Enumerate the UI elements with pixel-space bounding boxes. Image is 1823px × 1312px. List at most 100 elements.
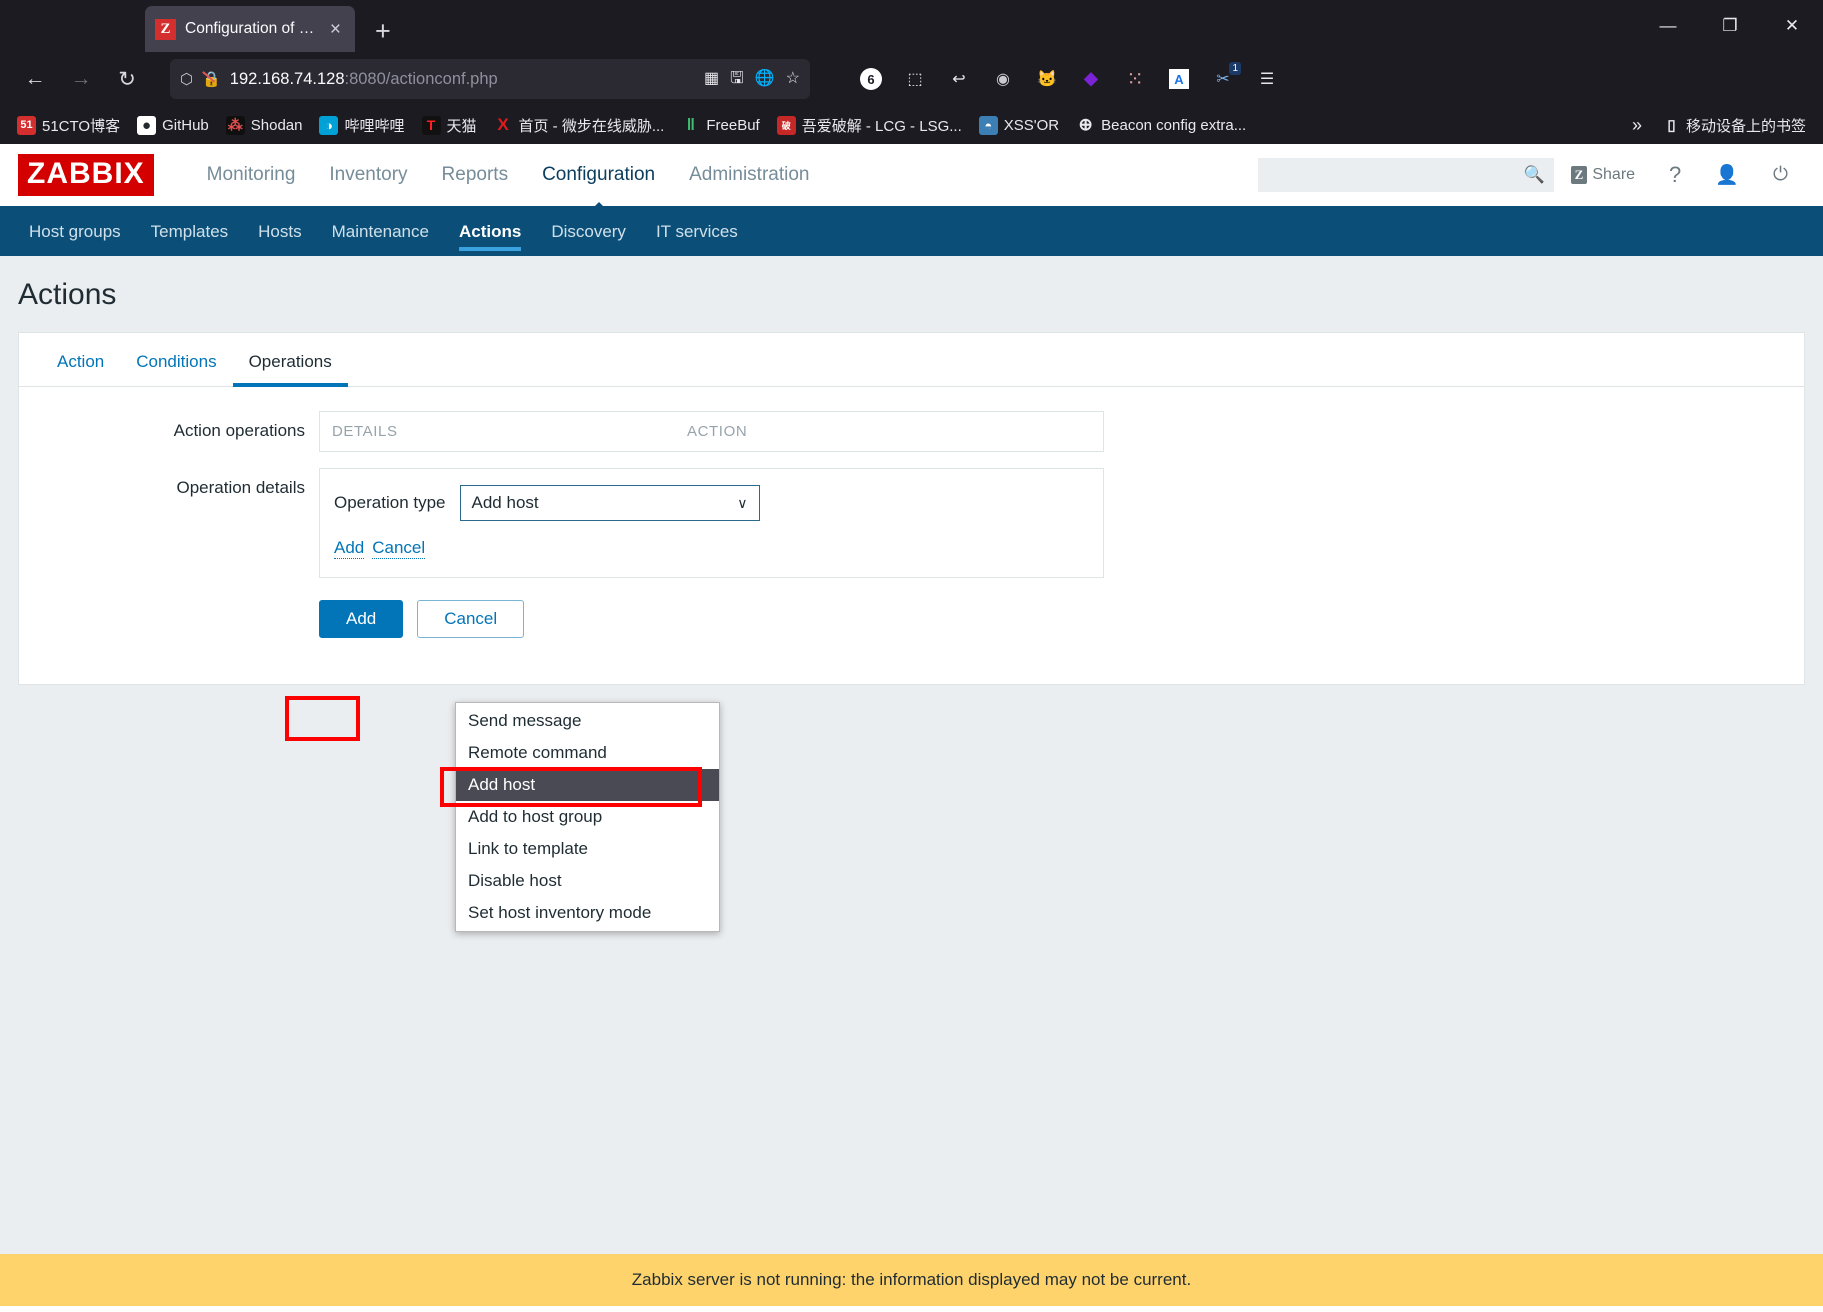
- help-button[interactable]: ?: [1652, 162, 1698, 188]
- column-header-action: ACTION: [687, 423, 748, 440]
- bookmark-item[interactable]: ◓ XSS'OR: [972, 113, 1066, 138]
- bookmark-item[interactable]: T 天猫: [415, 112, 484, 139]
- shield-icon[interactable]: ⬡: [180, 70, 193, 88]
- bookmark-item[interactable]: ⊕ Beacon config extra...: [1069, 113, 1253, 138]
- form-buttons: Add Cancel: [319, 600, 1804, 638]
- extension-toolbar: 6 ⬚ ↩ ◉ 🐱 ⬥ ⁙ A ✂ 1 ☰: [852, 60, 1286, 98]
- 52pojie-icon: 破: [776, 115, 796, 135]
- dropdown-option-set-host-inventory-mode[interactable]: Set host inventory mode: [456, 897, 719, 929]
- save-to-device-icon[interactable]: 🖫: [730, 71, 744, 87]
- search-icon[interactable]: 🔍: [1524, 165, 1545, 185]
- new-tab-button[interactable]: +: [375, 18, 391, 45]
- chevron-down-icon: ∨: [737, 494, 748, 511]
- cat-extension-icon[interactable]: 🐱: [1028, 60, 1066, 98]
- translate-icon[interactable]: 🌐: [755, 71, 775, 87]
- user-icon[interactable]: 👤: [1698, 163, 1756, 187]
- address-bar[interactable]: ⬡ 🔒 192.168.74.128:8080/actionconf.php ▦…: [170, 59, 810, 99]
- action-operations-label: Action operations: [173, 421, 305, 440]
- zabbix-page: ZABBIX Monitoring Inventory Reports Conf…: [0, 144, 1823, 1306]
- share-button[interactable]: Z Share: [1554, 166, 1652, 184]
- bookmark-star-icon[interactable]: ☆: [786, 71, 800, 87]
- dropdown-option-disable-host[interactable]: Disable host: [456, 865, 719, 897]
- bookmark-item[interactable]: X 首页 - 微步在线威胁...: [487, 112, 672, 139]
- lock-broken-icon[interactable]: 🔒: [202, 70, 221, 88]
- bookmark-label: FreeBuf: [706, 116, 760, 134]
- subnav-item-actions[interactable]: Actions: [444, 208, 536, 254]
- bookmark-item[interactable]: 破吾爱破解 - LCG - LSG...: [770, 112, 969, 139]
- dropdown-option-add-to-host-group[interactable]: Add to host group: [456, 801, 719, 833]
- tab-operations[interactable]: Operations: [232, 338, 348, 387]
- close-icon[interactable]: ×: [326, 20, 345, 39]
- page-body: Actions Action Conditions Operations Act…: [0, 256, 1823, 1256]
- subnav-item-maintenance[interactable]: Maintenance: [317, 208, 444, 254]
- bookmark-item[interactable]: ◑ 哔哩哔哩: [312, 112, 411, 139]
- subnav-item-templates[interactable]: Templates: [136, 208, 243, 254]
- circle-record-icon[interactable]: ◉: [984, 60, 1022, 98]
- mobile-bookmarks-item[interactable]: ▯ 移动设备上的书签: [1655, 112, 1813, 139]
- inline-cancel-link[interactable]: Cancel: [372, 538, 426, 559]
- nav-item-inventory[interactable]: Inventory: [312, 156, 424, 194]
- subnav-item-host-groups[interactable]: Host groups: [14, 208, 136, 254]
- app-menu-icon[interactable]: ☰: [1248, 60, 1286, 98]
- nav-item-monitoring[interactable]: Monitoring: [190, 156, 313, 194]
- dropdown-option-send-message[interactable]: Send message: [456, 705, 719, 737]
- help-label: ?: [1669, 162, 1682, 187]
- operation-type-dropdown[interactable]: Send message Remote command Add host Add…: [455, 702, 720, 932]
- reload-icon[interactable]: ↻: [106, 58, 148, 100]
- minimize-icon[interactable]: —: [1637, 0, 1699, 52]
- tab-action[interactable]: Action: [41, 338, 120, 386]
- undo-arrow-icon[interactable]: ↩: [940, 60, 978, 98]
- search-box[interactable]: 🔍: [1257, 158, 1554, 192]
- server-status-message: Zabbix server is not running: the inform…: [0, 1254, 1823, 1306]
- scissors-extension-icon[interactable]: ✂ 1: [1204, 60, 1242, 98]
- url-path: :8080/actionconf.php: [344, 69, 498, 88]
- search-input[interactable]: [1266, 166, 1524, 184]
- qr-code-icon[interactable]: ▦: [704, 71, 719, 87]
- operation-details-label: Operation details: [176, 478, 305, 497]
- bookmark-item[interactable]: 51 51CTO博客: [10, 112, 127, 139]
- back-icon[interactable]: ←: [14, 58, 56, 100]
- operation-details-panel: Operation type Add host ∨ Add Cancel: [319, 468, 1104, 578]
- bookmarks-overflow-icon[interactable]: »: [1622, 115, 1652, 136]
- dropdown-option-add-host[interactable]: Add host: [456, 769, 719, 801]
- form-tabs: Action Conditions Operations: [19, 333, 1804, 387]
- 51cto-icon: 51: [17, 115, 36, 135]
- window-close-icon[interactable]: ✕: [1761, 0, 1823, 52]
- nav-item-administration[interactable]: Administration: [672, 156, 826, 194]
- purple-cube-icon[interactable]: ⬥: [1072, 60, 1110, 98]
- bookmark-item[interactable]: ● GitHub: [130, 113, 216, 138]
- crop-icon[interactable]: ⬚: [896, 60, 934, 98]
- tab-conditions[interactable]: Conditions: [120, 338, 232, 386]
- translate-glyph: A: [1169, 69, 1189, 89]
- bookmark-label: 哔哩哔哩: [344, 117, 405, 135]
- bookmark-item[interactable]: ‖ FreeBuf: [674, 113, 766, 138]
- subnav-item-hosts[interactable]: Hosts: [243, 208, 316, 254]
- nav-item-configuration[interactable]: Configuration: [525, 156, 672, 194]
- subnav-item-discovery[interactable]: Discovery: [536, 208, 641, 254]
- counter-badge-icon[interactable]: 6: [852, 60, 890, 98]
- maximize-icon[interactable]: ❐: [1699, 0, 1761, 52]
- dropdown-option-remote-command[interactable]: Remote command: [456, 737, 719, 769]
- forward-icon[interactable]: →: [60, 58, 102, 100]
- power-icon[interactable]: ⏻: [1756, 164, 1805, 186]
- share-label: Share: [1592, 166, 1636, 183]
- inline-add-link[interactable]: Add: [334, 538, 365, 559]
- operation-type-label: Operation type: [334, 493, 446, 512]
- blur-dots-icon[interactable]: ⁙: [1116, 60, 1154, 98]
- browser-tab[interactable]: Z Configuration of actions ×: [145, 6, 355, 52]
- url-text: 192.168.74.128:8080/actionconf.php: [230, 70, 498, 89]
- zabbix-logo[interactable]: ZABBIX: [18, 154, 154, 196]
- tab-strip: Z Configuration of actions × + — ❐ ✕: [0, 0, 1823, 52]
- bookmark-item[interactable]: ⁂ Shodan: [219, 113, 310, 138]
- action-operations-row: Action operations DETAILS ACTION: [19, 411, 1804, 452]
- xssor-icon: ◓: [978, 115, 998, 135]
- subnav-item-it-services[interactable]: IT services: [641, 208, 753, 254]
- operation-type-select[interactable]: Add host ∨: [459, 485, 760, 521]
- nav-item-reports[interactable]: Reports: [425, 156, 526, 194]
- table-header-row: DETAILS ACTION: [320, 412, 1103, 451]
- dropdown-option-link-to-template[interactable]: Link to template: [456, 833, 719, 865]
- sub-navigation: Host groups Templates Hosts Maintenance …: [0, 206, 1823, 256]
- translate-extension-icon[interactable]: A: [1160, 60, 1198, 98]
- add-button[interactable]: Add: [319, 600, 404, 638]
- cancel-button[interactable]: Cancel: [417, 600, 525, 638]
